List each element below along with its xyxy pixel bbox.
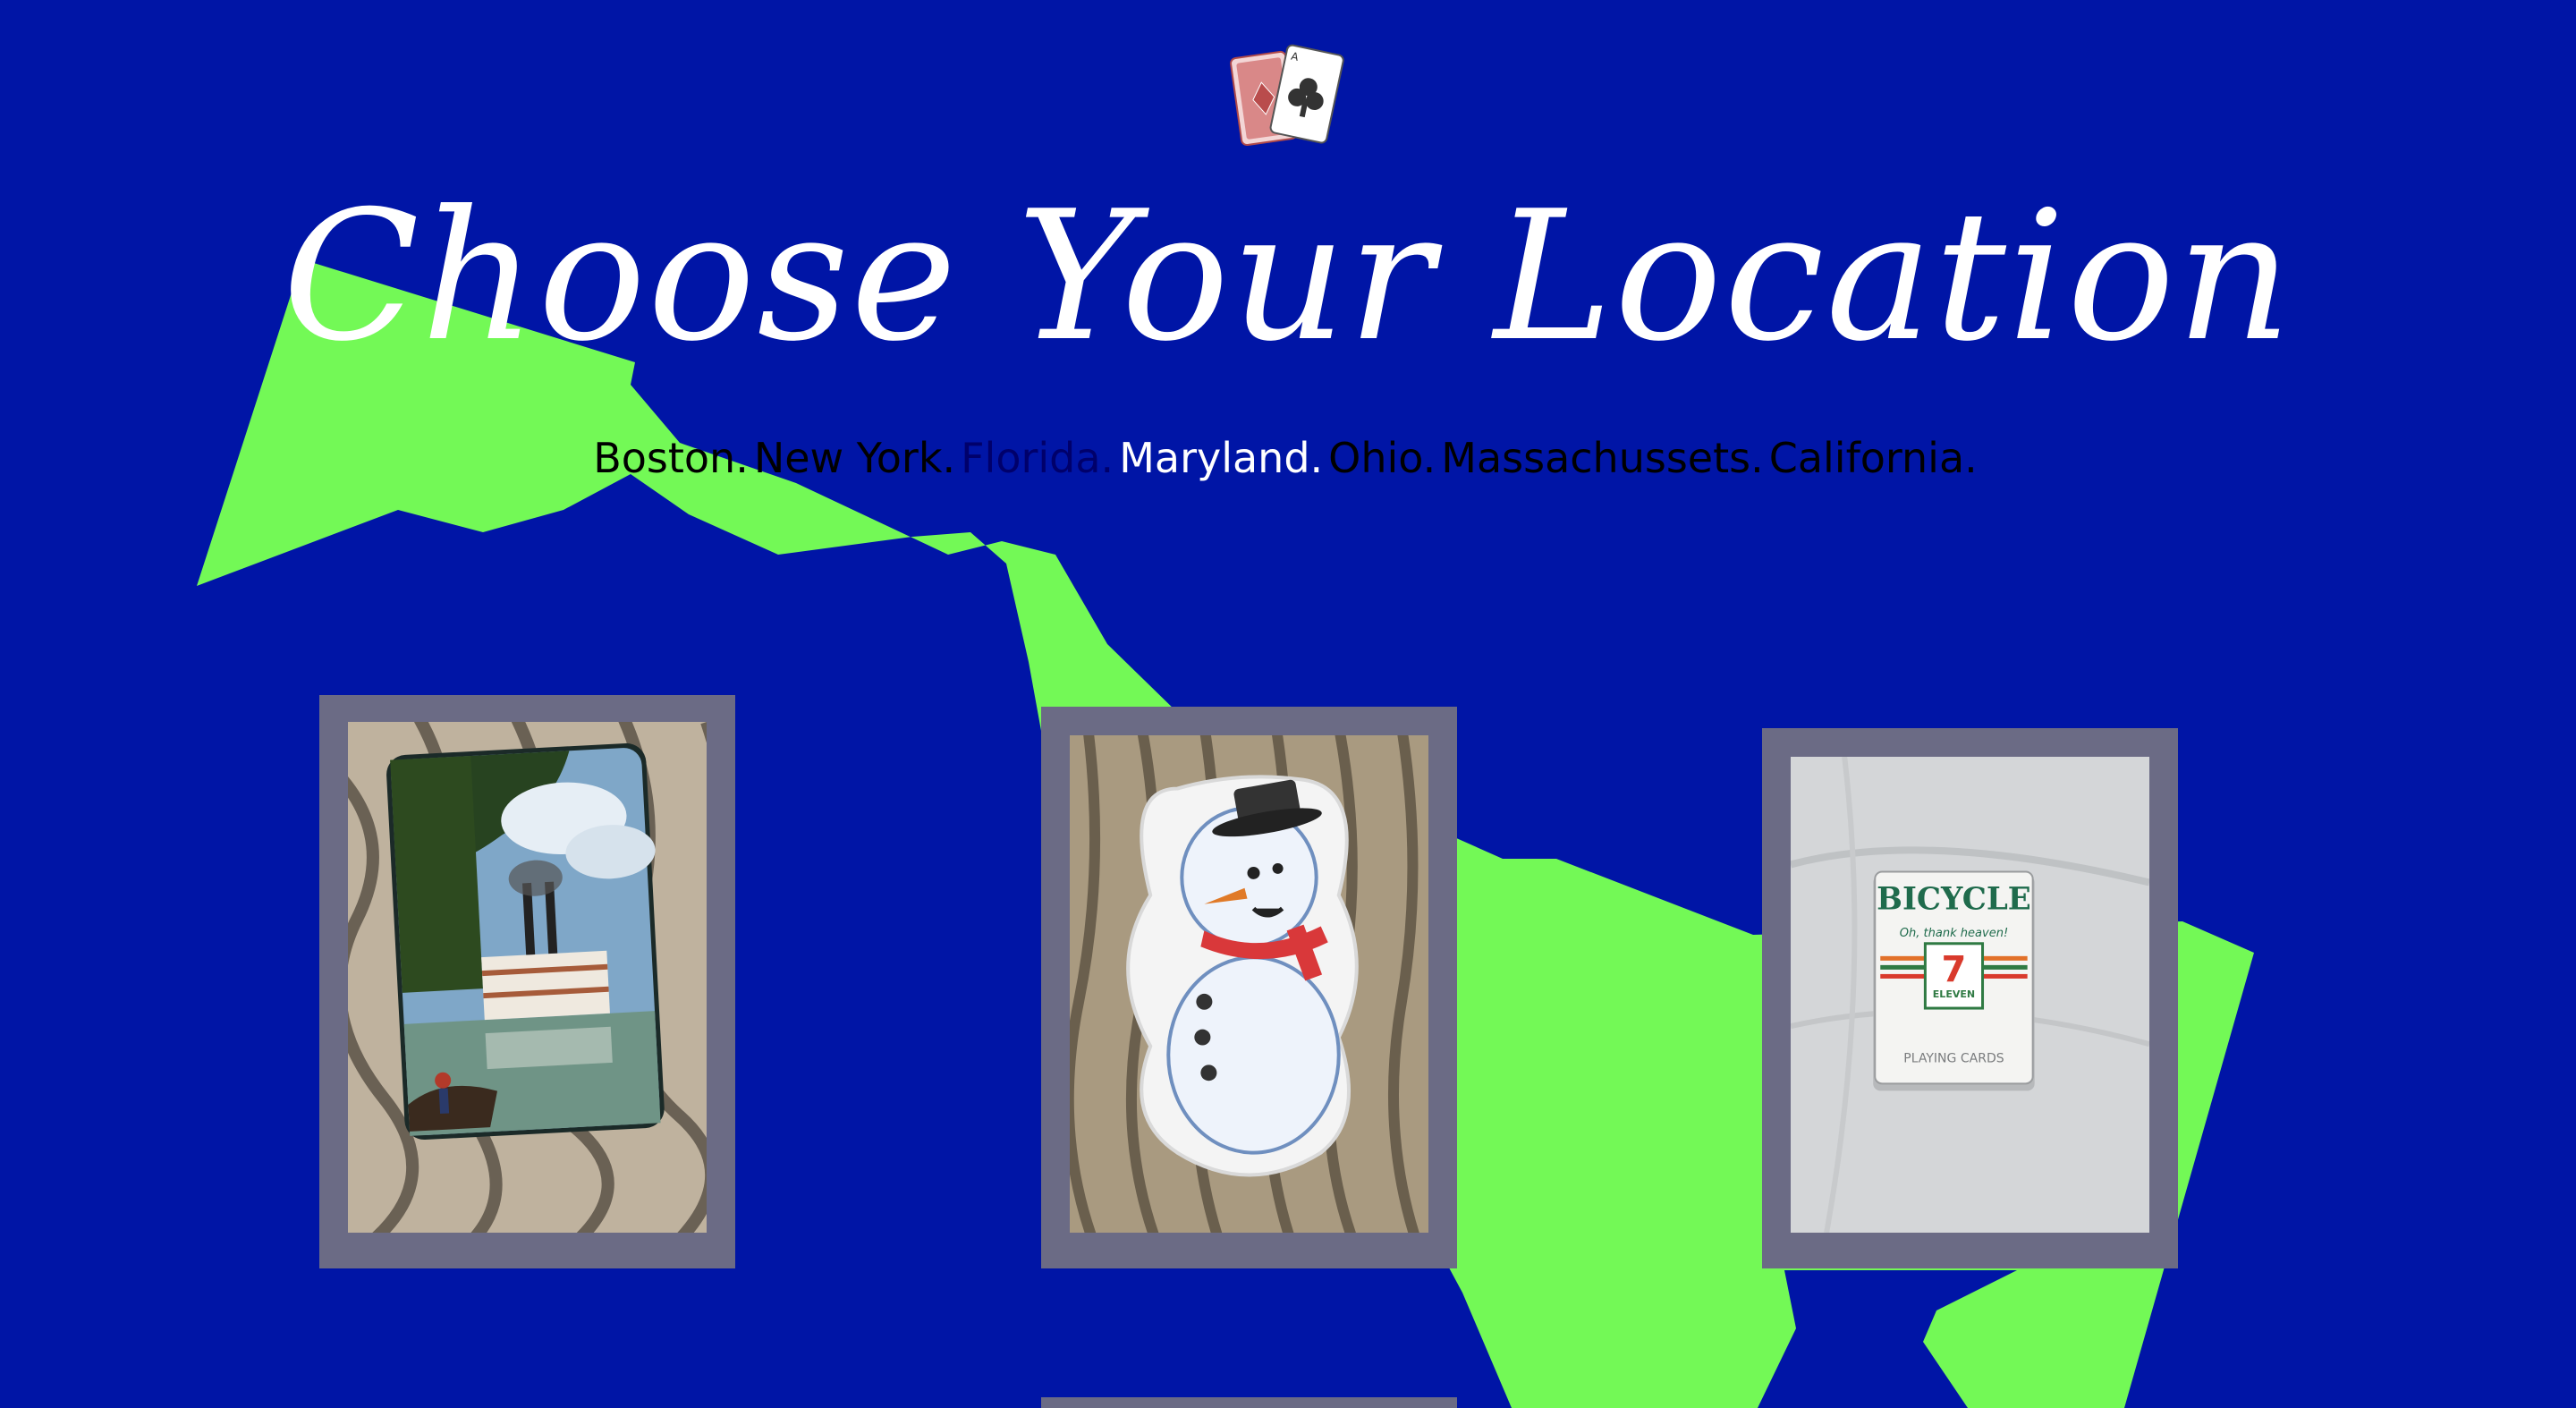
location-list: Boston. New York. Florida. Maryland. Ohio. Ma… <box>0 431 2576 485</box>
location-link-massachussets[interactable]: Massachussets. <box>1441 434 1763 482</box>
slogan-text: Oh, thank heaven! <box>1900 927 2009 940</box>
location-link-florida[interactable]: Florida. <box>961 434 1114 482</box>
eleven-text: ELEVEN <box>1933 988 1975 1000</box>
playing-cards-text: PLAYING CARDS <box>1903 1051 2004 1065</box>
bicycle-7-eleven-playing-cards-photo: BICYCLE Oh, thank heaven! 7 ELEVEN PLAYI… <box>1791 757 2149 1233</box>
snowman-playing-cards-photo <box>1070 735 1428 1233</box>
riverboat-deck-card[interactable] <box>319 695 735 1268</box>
location-link-california[interactable]: California. <box>1769 434 1978 482</box>
playing-cards-icon[interactable]: A <box>1225 41 1351 157</box>
location-link-ohio[interactable]: Ohio. <box>1328 434 1436 482</box>
page-title: Choose Your Location <box>282 173 2294 381</box>
location-link-boston[interactable]: Boston. <box>593 434 749 482</box>
bicycle-deck-card[interactable]: BICYCLE Oh, thank heaven! 7 ELEVEN PLAYI… <box>1762 728 2178 1268</box>
svg-text:7: 7 <box>1942 949 1967 990</box>
bicycle-brand-text: BICYCLE <box>1877 882 2031 918</box>
snowman-deck-card[interactable] <box>1041 707 1457 1268</box>
riverboat-playing-cards-photo <box>348 722 707 1233</box>
fourth-deck-card[interactable] <box>1041 1397 1457 1408</box>
location-link-maryland[interactable]: Maryland. <box>1119 434 1323 482</box>
location-link-new-york[interactable]: New York. <box>754 434 955 482</box>
page: A Choose Your Location Boston. New York. F… <box>0 0 2576 1408</box>
